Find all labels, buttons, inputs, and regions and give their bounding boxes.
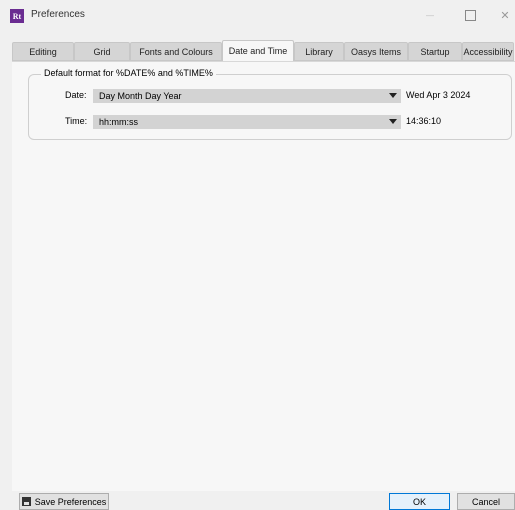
- time-format-dropdown[interactable]: hh:mm:ss: [93, 115, 401, 129]
- cancel-button[interactable]: Cancel: [457, 493, 515, 510]
- app-icon: Rt: [10, 9, 24, 23]
- chevron-down-icon: [389, 93, 397, 98]
- title-bar: Rt Preferences — ✕: [0, 0, 515, 30]
- tab-accessibility[interactable]: Accessibility: [462, 42, 514, 61]
- save-icon: [21, 497, 31, 506]
- save-preferences-label: Save Preferences: [34, 496, 107, 507]
- date-format-value: Day Month Day Year: [99, 91, 182, 101]
- tab-editing[interactable]: Editing: [12, 42, 74, 61]
- maximize-button[interactable]: [455, 5, 485, 25]
- date-time-format-group: Default format for %DATE% and %TIME% Dat…: [28, 68, 512, 140]
- tab-date-and-time[interactable]: Date and Time: [222, 40, 294, 61]
- date-label: Date:: [65, 90, 87, 100]
- time-preview: 14:36:10: [406, 116, 442, 126]
- maximize-icon: [464, 9, 476, 21]
- tab-grid[interactable]: Grid: [74, 42, 130, 61]
- save-preferences-button[interactable]: Save Preferences: [19, 493, 109, 510]
- close-icon: ✕: [500, 9, 510, 22]
- date-format-dropdown[interactable]: Day Month Day Year: [93, 89, 401, 103]
- tab-startup[interactable]: Startup: [408, 42, 462, 61]
- time-format-value: hh:mm:ss: [99, 117, 139, 127]
- tab-content-panel: Default format for %DATE% and %TIME% Dat…: [12, 61, 515, 491]
- group-title: Default format for %DATE% and %TIME%: [41, 68, 216, 78]
- ok-button[interactable]: OK: [389, 493, 450, 510]
- tab-bar: Editing Grid Fonts and Colours Date and …: [12, 40, 514, 61]
- minimize-icon: —: [426, 10, 434, 20]
- close-button[interactable]: ✕: [490, 5, 515, 25]
- minimize-button[interactable]: —: [415, 5, 445, 25]
- window-title: Preferences: [31, 9, 85, 20]
- time-label: Time:: [65, 116, 88, 126]
- chevron-down-icon: [389, 119, 397, 124]
- tab-oasys-items[interactable]: Oasys Items: [344, 42, 408, 61]
- tab-fonts-and-colours[interactable]: Fonts and Colours: [130, 42, 222, 61]
- tab-library[interactable]: Library: [294, 42, 344, 61]
- date-preview: Wed Apr 3 2024: [406, 90, 471, 100]
